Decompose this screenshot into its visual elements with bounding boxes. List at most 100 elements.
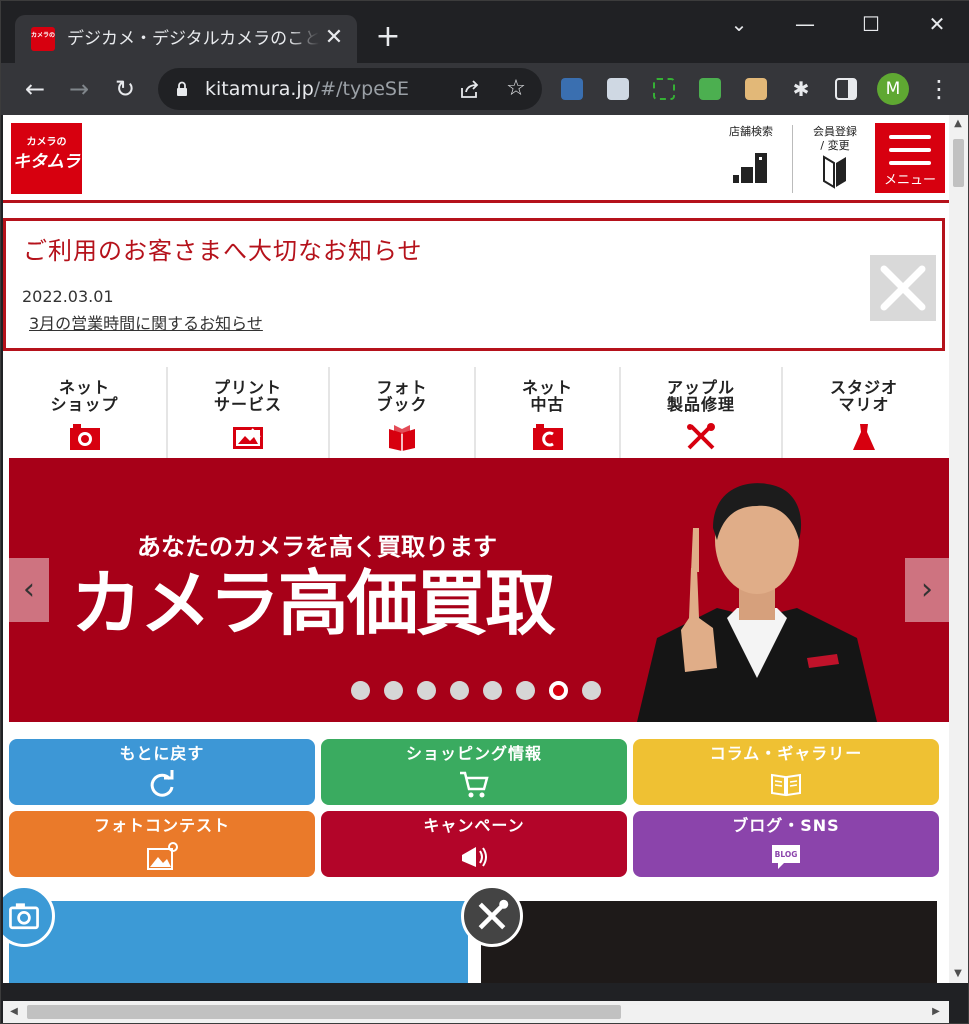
store-search-link[interactable]: 店舗検索 <box>723 125 779 195</box>
service-label-line2: 中古 <box>530 395 565 414</box>
category-label: コラム・ギャラリー <box>709 744 863 763</box>
hero-headline: カメラ高価買取 <box>71 562 556 645</box>
member-card-icon <box>823 155 846 189</box>
search-extension-icon[interactable] <box>561 78 583 100</box>
minimize-button[interactable]: — <box>787 9 823 39</box>
photo-print-icon <box>233 427 263 449</box>
blog-icon-text: BLOG <box>775 850 798 859</box>
bookmark-star-icon[interactable]: ☆ <box>504 77 528 101</box>
menu-button[interactable]: メニュー <box>875 123 945 193</box>
close-window-button[interactable]: ✕ <box>919 9 955 39</box>
category-label: もとに戻す <box>119 744 205 763</box>
service-label-line2: 製品修理 <box>666 395 735 414</box>
site-favicon-icon: カメラの <box>31 27 55 51</box>
category-label: ショッピング情報 <box>405 744 542 763</box>
service-label-line2: ブック <box>376 395 428 414</box>
hero-carousel[interactable]: あなたのカメラを高く買取ります カメラ高価買取 ‹ › <box>9 458 949 722</box>
horizontal-scrollbar[interactable]: ◀ ▶ <box>3 1001 949 1023</box>
extensions-puzzle-icon[interactable]: ✱ <box>785 73 817 105</box>
category-label: キャンペーン <box>423 816 525 835</box>
scroll-right-arrow-icon[interactable]: ▶ <box>927 1003 945 1021</box>
carousel-dot[interactable] <box>582 681 601 700</box>
favicon-text: カメラの <box>31 32 56 39</box>
profile-avatar[interactable]: M <box>877 73 909 105</box>
category-campaign[interactable]: キャンペーン <box>321 811 627 877</box>
carousel-prev-button[interactable]: ‹ <box>9 558 49 622</box>
service-print[interactable]: プリント サービス <box>168 367 330 458</box>
side-panel-icon[interactable] <box>835 78 857 100</box>
url-host: kitamura.jp <box>205 78 314 100</box>
category-column-gallery[interactable]: コラム・ギャラリー <box>633 739 939 805</box>
notice-close-icon[interactable] <box>870 255 936 321</box>
feature-banner-right[interactable] <box>481 901 937 983</box>
service-net-shop[interactable]: ネット ショップ <box>3 367 168 458</box>
vertical-scroll-thumb[interactable] <box>953 139 964 187</box>
service-apple-repair[interactable]: アップル 製品修理 <box>621 367 783 458</box>
category-blog-sns[interactable]: ブログ・SNS BLOG <box>633 811 939 877</box>
blog-icon: BLOG <box>772 845 800 869</box>
tab-close-icon[interactable]: ✕ <box>321 25 347 51</box>
repair-tools-icon <box>687 423 715 450</box>
carousel-dot[interactable] <box>483 681 502 700</box>
address-bar[interactable]: kitamura.jp/#/typeSE ☆ <box>158 68 542 110</box>
carousel-dot[interactable] <box>384 681 403 700</box>
store-search-label: 店舗検索 <box>729 125 773 138</box>
category-shopping[interactable]: ショッピング情報 <box>321 739 627 805</box>
service-label-line2: サービス <box>213 395 282 414</box>
maximize-button[interactable]: ☐ <box>853 9 889 39</box>
vertical-scrollbar[interactable]: ▲ ▼ <box>949 115 968 983</box>
mail-extension-icon[interactable] <box>699 78 721 100</box>
logo-large-text: キタムラ <box>12 152 81 172</box>
service-studio-mario[interactable]: スタジオ マリオ <box>783 367 945 458</box>
carousel-dot[interactable] <box>516 681 535 700</box>
member-register-link[interactable]: 会員登録 / 変更 <box>807 125 863 195</box>
share-icon[interactable] <box>458 78 482 102</box>
service-label-line2: マリオ <box>838 395 890 414</box>
cart-icon <box>460 771 489 798</box>
scroll-up-arrow-icon[interactable]: ▲ <box>949 115 967 133</box>
logo-small-text: カメラの <box>26 137 67 148</box>
capture-extension-icon[interactable] <box>653 78 675 100</box>
carousel-dot-active[interactable] <box>549 681 568 700</box>
browser-menu-icon[interactable]: ⋮ <box>927 73 951 105</box>
carousel-dot[interactable] <box>351 681 370 700</box>
character-extension-icon[interactable] <box>745 78 767 100</box>
forward-arrow-icon[interactable]: → <box>63 73 95 105</box>
scroll-left-arrow-icon[interactable]: ◀ <box>5 1003 23 1021</box>
service-label: スタジオ マリオ <box>783 379 945 413</box>
new-tab-button[interactable]: + <box>371 21 405 55</box>
browser-window: カメラの デジカメ・デジタルカメラのこと ✕ + ⌄ — ☐ ✕ ← → ↻ k… <box>0 0 969 1024</box>
site-header: カメラの キタムラ 店舗検索 会員登録 / 変更 メニュー <box>3 115 949 203</box>
horizontal-scroll-thumb[interactable] <box>27 1005 621 1019</box>
notice-title: ご利用のお客さまへ大切なお知らせ <box>23 237 423 265</box>
tab-search-icon[interactable]: ⌄ <box>721 9 757 39</box>
category-label: フォトコンテスト <box>93 816 230 835</box>
reload-icon[interactable]: ↻ <box>109 73 141 105</box>
menu-label: メニュー <box>883 173 936 188</box>
active-tab[interactable]: カメラの デジカメ・デジタルカメラのこと ✕ <box>15 15 357 63</box>
service-label: プリント サービス <box>168 379 328 413</box>
service-label: ネット ショップ <box>3 379 166 413</box>
category-grid: もとに戻す ショッピング情報 コラム・ギャラリー フォトコンテスト キャンペーン… <box>3 733 949 883</box>
used-camera-icon <box>532 424 563 450</box>
feature-banner-left[interactable] <box>9 901 468 983</box>
service-label: フォト ブック <box>330 379 474 413</box>
tab-strip: カメラの デジカメ・デジタルカメラのこと ✕ + ⌄ — ☐ ✕ <box>1 1 969 63</box>
category-photo-contest[interactable]: フォトコンテスト <box>9 811 315 877</box>
service-used[interactable]: ネット 中古 <box>476 367 621 458</box>
page-viewport: カメラの キタムラ 店舗検索 会員登録 / 変更 メニュー ご利用のお客さまへ大… <box>3 115 949 983</box>
back-arrow-icon[interactable]: ← <box>19 73 51 105</box>
scroll-down-arrow-icon[interactable]: ▼ <box>949 965 967 983</box>
carousel-dot[interactable] <box>417 681 436 700</box>
kitamura-logo[interactable]: カメラの キタムラ <box>11 123 82 194</box>
notice-link[interactable]: 3月の営業時間に関するお知らせ <box>29 314 263 334</box>
url-text[interactable]: kitamura.jp/#/typeSE <box>205 76 409 102</box>
service-label: ネット 中古 <box>476 379 619 413</box>
header-divider <box>792 125 793 193</box>
category-back[interactable]: もとに戻す <box>9 739 315 805</box>
carousel-next-button[interactable]: › <box>905 558 949 622</box>
document-extension-icon[interactable] <box>607 78 629 100</box>
service-photobook[interactable]: フォト ブック <box>330 367 476 458</box>
camera-icon <box>69 424 100 450</box>
carousel-dot[interactable] <box>450 681 469 700</box>
